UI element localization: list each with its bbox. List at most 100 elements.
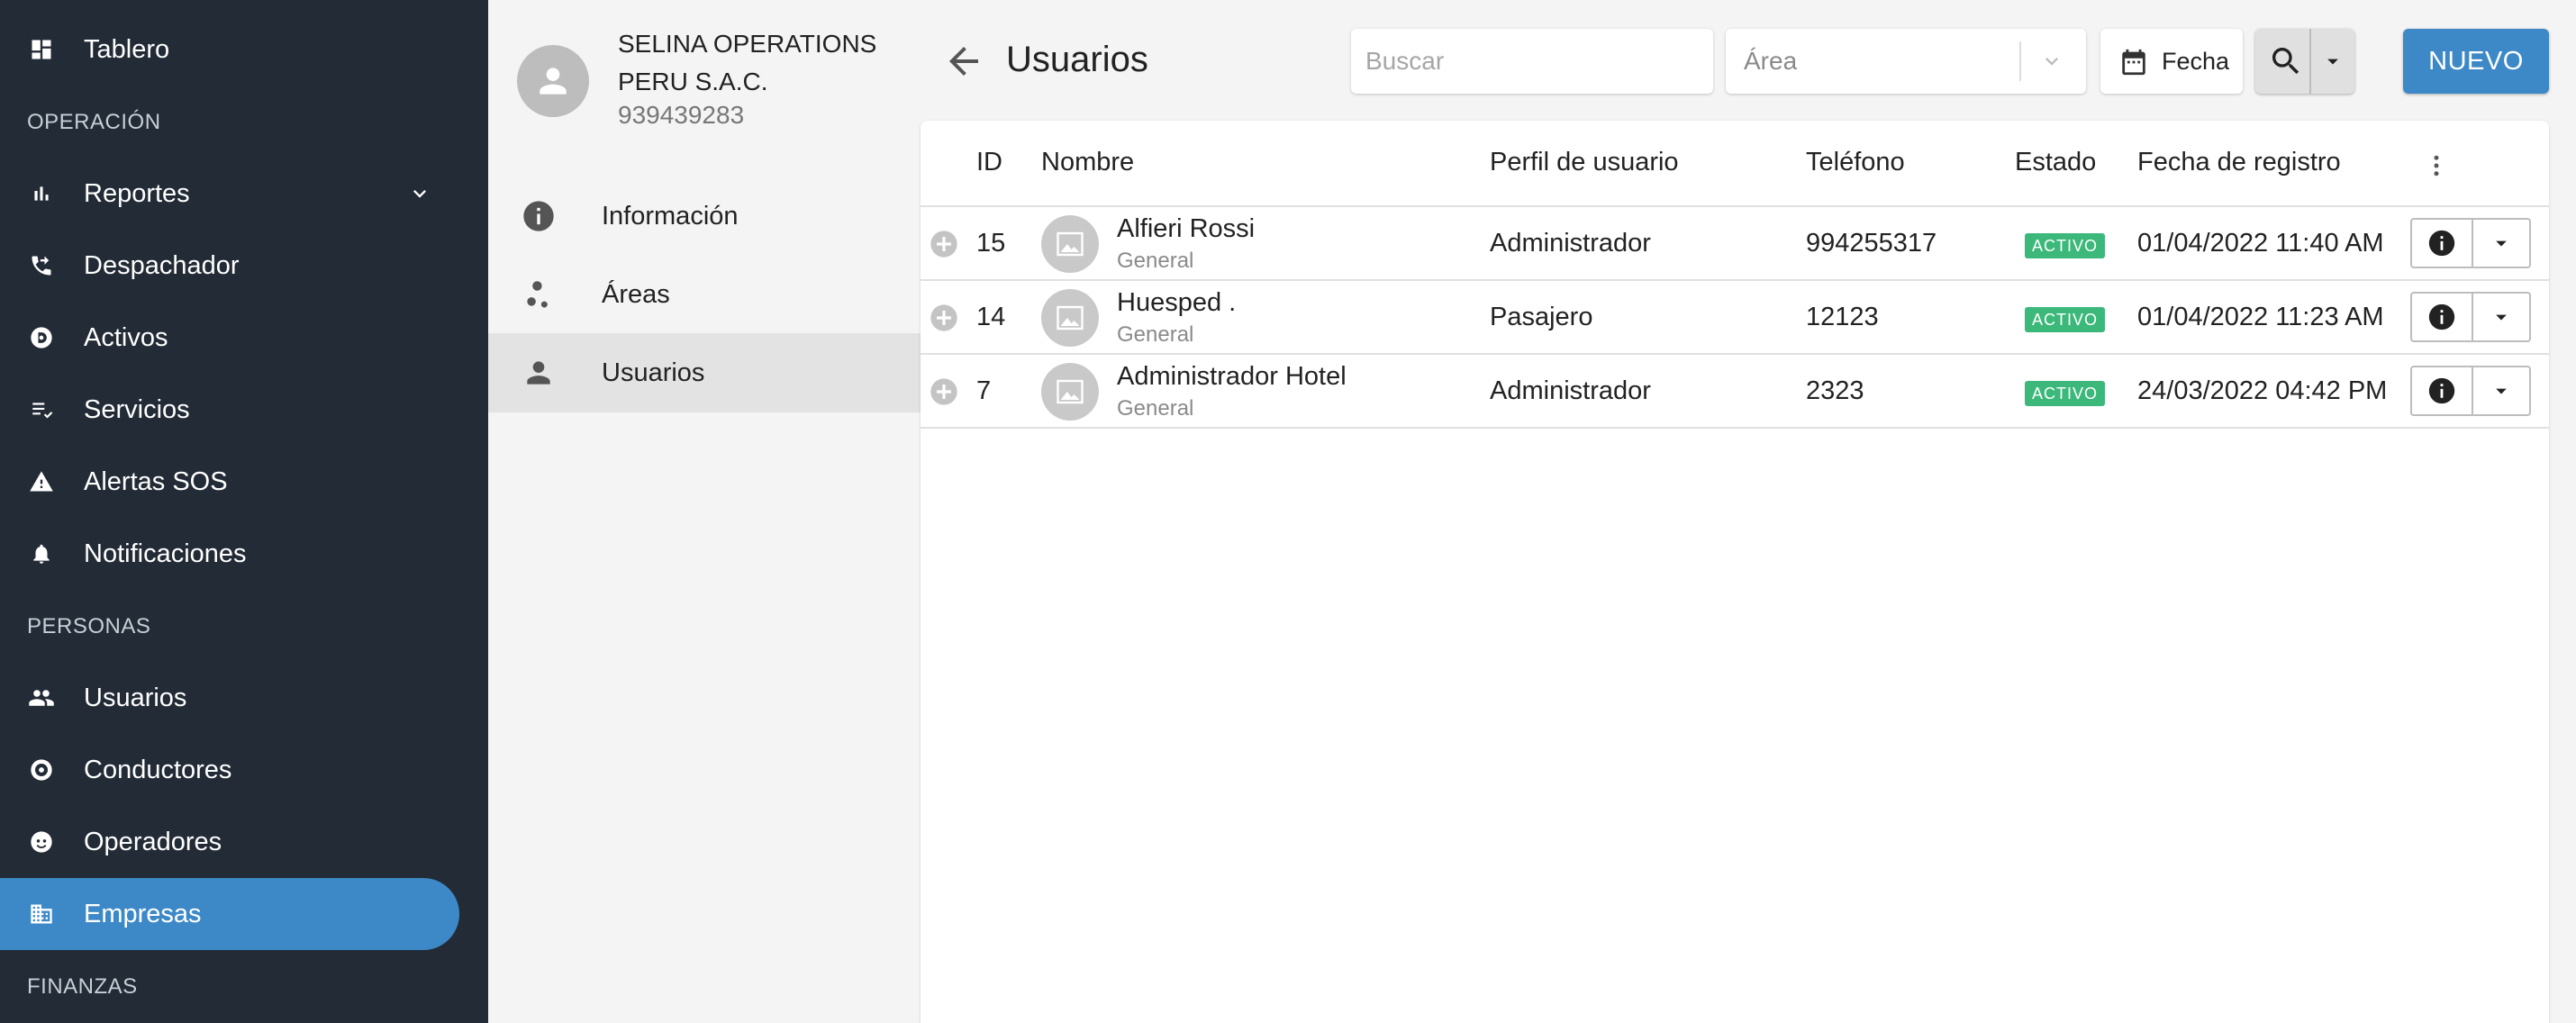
image-placeholder-icon	[1057, 305, 1084, 330]
column-header-status[interactable]: Estado	[2015, 148, 2096, 177]
info-icon	[2428, 377, 2455, 404]
list-check-icon	[27, 395, 56, 424]
sidebar-item-label: Usuarios	[84, 683, 187, 712]
avatar	[1041, 289, 1099, 347]
search-icon	[2272, 48, 2299, 75]
image-placeholder-icon	[1057, 379, 1084, 404]
info-button[interactable]	[2412, 367, 2472, 414]
sidebar-item-tablero[interactable]: Tablero	[0, 14, 459, 86]
sidebar-item-servicios[interactable]: Servicios	[0, 374, 459, 446]
column-header-profile[interactable]: Perfil de usuario	[1490, 148, 1679, 177]
caret-down-icon	[2496, 314, 2507, 321]
sidebar-item-label: Activos	[84, 322, 168, 352]
section-personas: PERSONAS	[27, 614, 151, 638]
sidebar-item-label: Servicios	[84, 394, 190, 424]
row-phone: 2323	[1806, 376, 1864, 405]
caret-down-icon[interactable]	[2320, 49, 2345, 74]
row-profile: Administrador	[1490, 376, 1651, 405]
status-badge: ACTIVO	[2025, 307, 2106, 332]
expand-plus-icon[interactable]	[930, 377, 958, 406]
area-select[interactable]: Área	[1726, 29, 2086, 94]
row-menu-button[interactable]	[2473, 294, 2529, 340]
column-header-phone[interactable]: Teléfono	[1806, 148, 1905, 177]
new-button[interactable]: NUEVO	[2403, 29, 2549, 94]
row-area: General	[1117, 396, 1194, 421]
row-id: 7	[976, 376, 992, 405]
date-filter-label: Fecha	[2162, 48, 2230, 75]
sidebar-item-alertas[interactable]: Alertas SOS	[0, 446, 459, 518]
row-menu-button[interactable]	[2473, 367, 2529, 414]
row-date: 01/04/2022 11:40 AM	[2137, 229, 2384, 258]
calendar-icon	[2122, 49, 2145, 76]
date-filter-button[interactable]: Fecha	[2100, 29, 2243, 94]
column-header-date[interactable]: Fecha de registro	[2137, 148, 2341, 177]
row-id: 14	[976, 303, 1006, 331]
select-divider	[2019, 41, 2021, 81]
menu-item-usuarios[interactable]: Usuarios	[488, 333, 921, 412]
person-icon	[540, 68, 567, 95]
sidebar-item-conductores[interactable]: Conductores	[0, 734, 459, 806]
menu-item-label: Usuarios	[602, 358, 705, 387]
back-arrow-icon[interactable]	[942, 40, 985, 83]
sidebar-item-label: Tablero	[84, 34, 170, 64]
search-input[interactable]	[1351, 29, 1713, 94]
info-button[interactable]	[2412, 220, 2472, 267]
sidebar-item-label: Operadores	[84, 827, 222, 856]
building-icon	[27, 900, 56, 928]
row-menu-button[interactable]	[2473, 220, 2529, 267]
sidebar-item-operadores[interactable]: Operadores	[0, 806, 459, 878]
steering-wheel-icon	[27, 756, 56, 784]
more-vert-icon[interactable]	[2423, 148, 2450, 184]
button-divider	[2309, 29, 2311, 94]
area-select-placeholder: Área	[1744, 47, 1798, 75]
company-phone: 939439283	[618, 101, 745, 129]
caret-down-icon	[2496, 388, 2507, 394]
table-row[interactable]: 14 Huesped . General Pasajero 12123 ACTI…	[921, 281, 2549, 355]
table-row[interactable]: 15 Alfieri Rossi General Administrador 9…	[921, 207, 2549, 281]
sidebar-item-label: Notificaciones	[84, 539, 247, 568]
row-phone: 994255317	[1806, 229, 1937, 258]
sidebar-item-despachador[interactable]: Despachador	[0, 230, 459, 302]
row-profile: Pasajero	[1490, 303, 1593, 331]
sidebar-item-reportes[interactable]: Reportes	[0, 158, 459, 230]
company-name: SELINA OPERATIONS PERU S.A.C.	[618, 30, 877, 95]
search-button[interactable]	[2255, 29, 2354, 94]
sidebar-item-label: Empresas	[84, 899, 202, 928]
row-date: 24/03/2022 04:42 PM	[2137, 376, 2388, 405]
column-header-name[interactable]: Nombre	[1041, 148, 1134, 177]
expand-plus-icon[interactable]	[930, 230, 958, 258]
bell-icon	[27, 539, 56, 568]
sidebar-item-label: Despachador	[84, 250, 240, 280]
row-actions	[2410, 292, 2531, 342]
phone-forward-icon	[27, 251, 56, 280]
status-badge: ACTIVO	[2025, 381, 2106, 406]
expand-plus-icon[interactable]	[930, 303, 958, 332]
row-id: 15	[976, 229, 1006, 258]
sidebar-item-label: Alertas SOS	[84, 466, 228, 496]
row-area: General	[1117, 322, 1194, 347]
row-name: Huesped .	[1117, 288, 1237, 317]
face-icon	[27, 828, 56, 856]
assets-icon	[27, 323, 56, 352]
company-panel: SELINA OPERATIONS PERU S.A.C. 939439283 …	[488, 0, 921, 1023]
bar-chart-icon	[27, 179, 56, 208]
column-header-id[interactable]: ID	[976, 148, 1002, 177]
info-button[interactable]	[2412, 294, 2472, 340]
menu-item-label: Información	[602, 201, 739, 231]
table-row[interactable]: 7 Administrador Hotel General Administra…	[921, 355, 2549, 429]
warning-icon	[27, 467, 56, 496]
row-date: 01/04/2022 11:23 AM	[2137, 303, 2384, 331]
sidebar-item-label: Reportes	[84, 178, 190, 208]
bubbles-icon	[521, 276, 557, 312]
sidebar-item-usuarios[interactable]: Usuarios	[0, 662, 459, 734]
person-icon	[521, 355, 557, 391]
menu-item-informacion[interactable]: Información	[488, 177, 921, 256]
info-icon	[2428, 303, 2455, 330]
sidebar-item-empresas[interactable]: Empresas	[0, 878, 459, 950]
menu-item-areas[interactable]: Áreas	[488, 255, 921, 334]
section-operacion: OPERACIÓN	[27, 110, 161, 134]
row-name: Alfieri Rossi	[1117, 214, 1256, 243]
chevron-down-icon[interactable]	[407, 181, 432, 206]
sidebar-item-activos[interactable]: Activos	[0, 302, 459, 374]
sidebar-item-notificaciones[interactable]: Notificaciones	[0, 518, 459, 590]
